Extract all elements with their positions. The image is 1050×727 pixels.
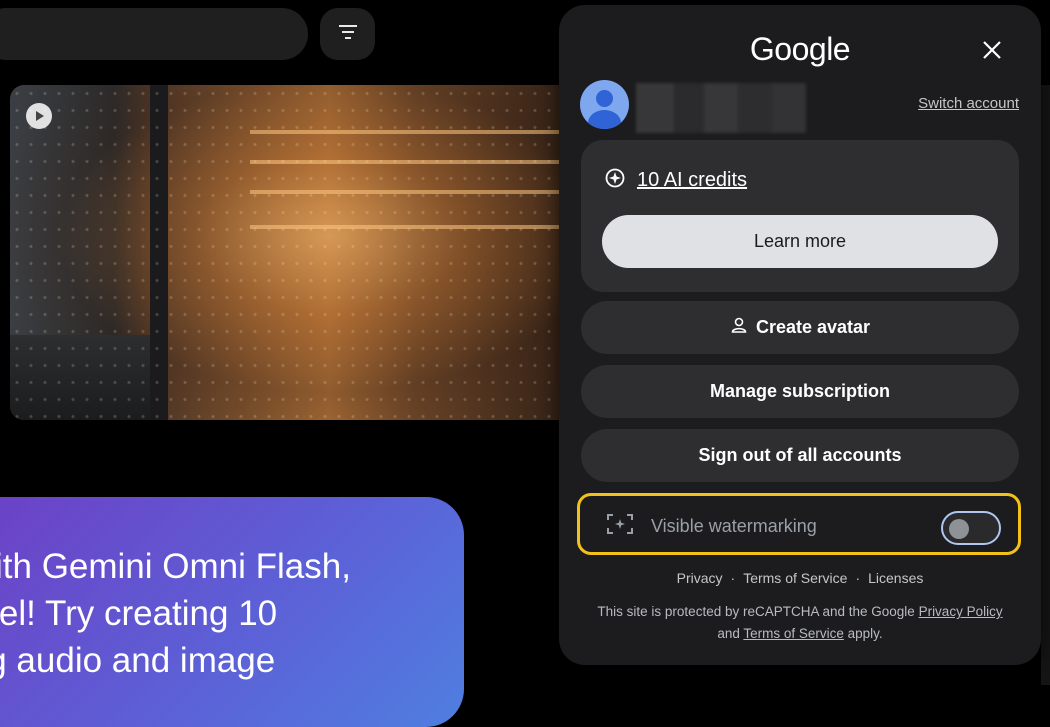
search-bar[interactable] xyxy=(0,8,308,60)
avatar[interactable] xyxy=(580,80,629,129)
privacy-link[interactable]: Privacy xyxy=(677,570,723,586)
watermark-setting-highlight: Visible watermarking xyxy=(577,493,1021,555)
watermark-icon xyxy=(606,513,634,540)
redacted-account-name xyxy=(636,83,806,133)
recaptcha-notice: This site is protected by reCAPTCHA and … xyxy=(589,601,1011,645)
manage-subscription-button[interactable]: Manage subscription xyxy=(581,365,1019,418)
credits-card: 10 AI credits Learn more xyxy=(581,140,1019,292)
sign-out-button[interactable]: Sign out of all accounts xyxy=(581,429,1019,482)
recaptcha-terms-link[interactable]: Terms of Service xyxy=(743,626,844,641)
promo-line: with Gemini Omni Flash, xyxy=(0,547,351,586)
footer-links: Privacy · Terms of Service · Licenses xyxy=(676,570,924,586)
watermark-label: Visible watermarking xyxy=(651,516,817,536)
filter-icon xyxy=(338,24,358,45)
promo-card: with Gemini Omni Flash, odel! Try creatin… xyxy=(0,497,464,727)
licenses-link[interactable]: Licenses xyxy=(868,570,923,586)
ai-credits-link[interactable]: 10 AI credits xyxy=(637,169,747,192)
close-icon xyxy=(982,40,1002,65)
learn-more-button[interactable]: Learn more xyxy=(602,215,998,268)
privacy-policy-link[interactable]: Privacy Policy xyxy=(919,604,1003,619)
google-logo: Google xyxy=(749,31,851,67)
recaptcha-apply: apply. xyxy=(843,626,883,641)
video-thumbnail[interactable] xyxy=(10,85,590,420)
promo-line: ing audio and image xyxy=(0,641,276,680)
play-icon[interactable] xyxy=(26,103,52,129)
scrollbar[interactable] xyxy=(1041,85,1050,685)
recaptcha-text: This site is protected by reCAPTCHA and … xyxy=(597,604,919,619)
switch-account-link[interactable]: Switch account xyxy=(918,95,1019,112)
create-avatar-button[interactable]: Create avatar xyxy=(581,301,1019,354)
sparkle-compass-icon xyxy=(605,168,625,193)
person-icon xyxy=(730,316,748,339)
terms-link[interactable]: Terms of Service xyxy=(743,570,847,586)
watermark-toggle[interactable] xyxy=(941,511,1001,545)
filter-button[interactable] xyxy=(320,8,375,60)
toggle-knob xyxy=(949,519,969,539)
recaptcha-and: and xyxy=(717,626,744,641)
promo-line: odel! Try creating 10 xyxy=(0,594,278,633)
close-button[interactable] xyxy=(973,33,1011,71)
account-panel: Google Switch account 10 AI credits Lear… xyxy=(559,5,1041,665)
create-avatar-label: Create avatar xyxy=(755,317,871,337)
promo-text: with Gemini Omni Flash, odel! Try creatin… xyxy=(0,543,464,684)
